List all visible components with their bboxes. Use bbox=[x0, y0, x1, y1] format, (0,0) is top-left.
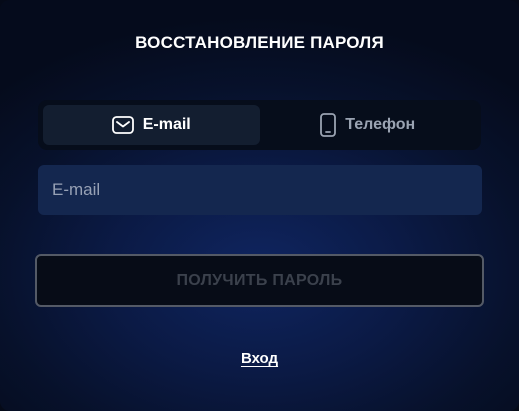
dialog-title: ВОССТАНОВЛЕНИЕ ПАРОЛЯ bbox=[135, 33, 384, 52]
get-password-button[interactable]: ПОЛУЧИТЬ ПАРОЛЬ bbox=[35, 254, 484, 307]
tab-email-label: E-mail bbox=[142, 116, 191, 133]
email-field[interactable] bbox=[38, 165, 482, 215]
recovery-method-tabs: E-mail Телефон bbox=[38, 100, 481, 150]
tab-email[interactable]: E-mail bbox=[43, 105, 260, 145]
phone-icon bbox=[320, 113, 337, 137]
password-recovery-dialog: ВОССТАНОВЛЕНИЕ ПАРОЛЯ E-mail Телефон ПОЛ… bbox=[0, 0, 519, 411]
login-link[interactable]: Вход bbox=[0, 350, 519, 367]
tab-phone-label: Телефон bbox=[345, 116, 416, 133]
tab-phone[interactable]: Телефон bbox=[260, 105, 477, 145]
envelope-icon bbox=[111, 116, 134, 134]
